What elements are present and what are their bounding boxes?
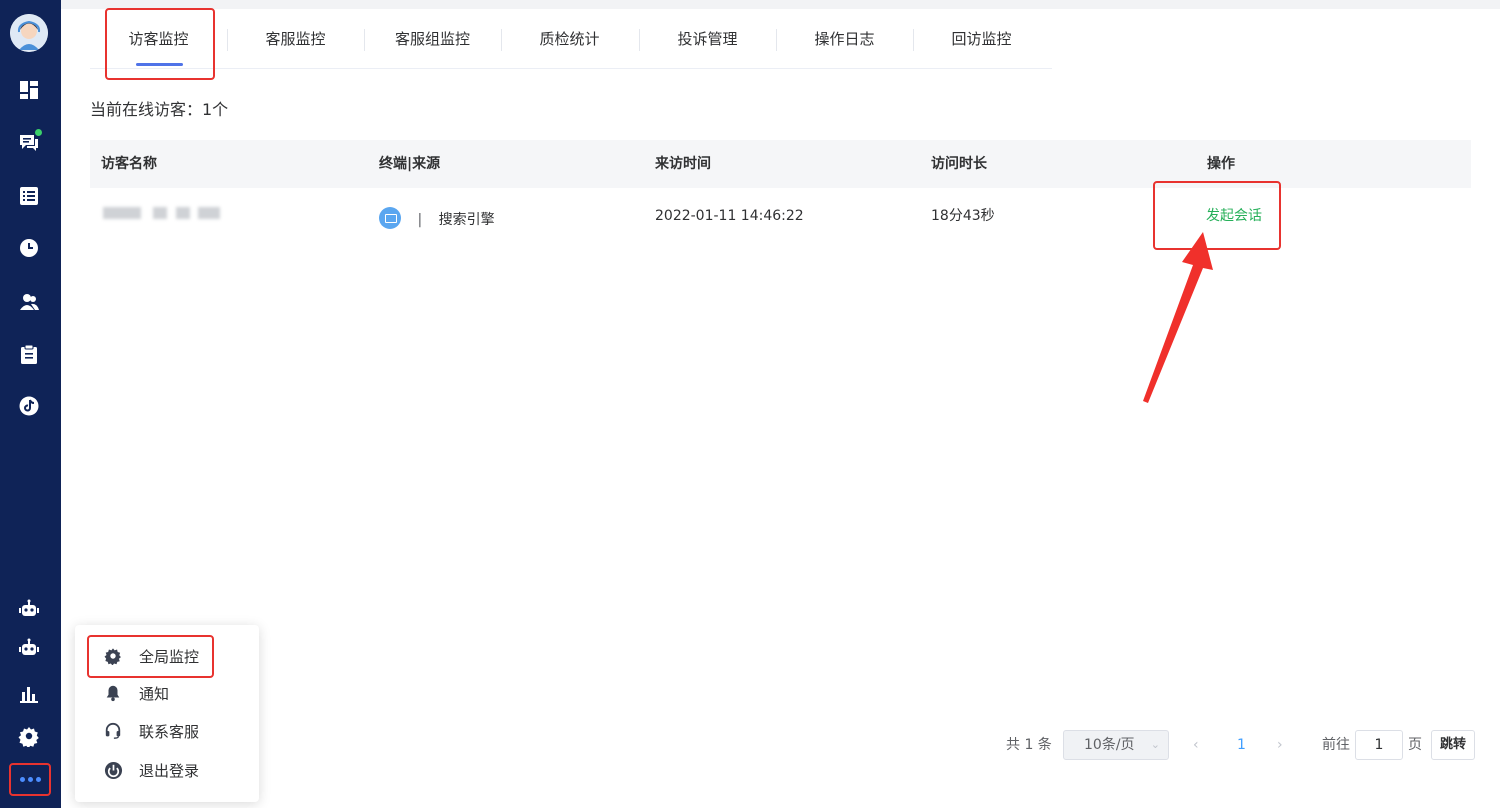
online-dot	[35, 129, 42, 136]
tab-agent-monitor[interactable]: 客服监控	[227, 9, 364, 68]
menu-item-label: 退出登录	[139, 761, 200, 780]
tab-agent-group-monitor[interactable]: 客服组监控	[364, 9, 501, 68]
tab-complaint-management[interactable]: 投诉管理	[639, 9, 776, 68]
robot-alt-icon[interactable]	[15, 634, 43, 662]
header-visit-time: 来访时间	[655, 156, 711, 172]
tab-operation-log[interactable]: 操作日志	[776, 9, 913, 68]
monitor-tabs: 访客监控 客服监控 客服组监控 质检统计 投诉管理 操作日志 回访监控	[90, 9, 1052, 69]
tab-quality-stats[interactable]: 质检统计	[501, 9, 638, 68]
highlight-box-action	[1153, 181, 1281, 250]
menu-item-label: 联系客服	[139, 722, 200, 741]
terminal-source-cell: | 搜索引擎	[379, 192, 495, 248]
header-terminal-source: 终端|来源	[379, 156, 441, 172]
online-visitor-count: 当前在线访客：1个	[90, 100, 229, 119]
page-size-select[interactable]: 10条/页 ⌄	[1063, 730, 1169, 760]
goto-label: 前往	[1322, 737, 1350, 753]
source-separator: |	[417, 212, 423, 228]
page-number-current[interactable]: 1	[1237, 730, 1246, 760]
chevron-down-icon: ⌄	[1150, 738, 1160, 751]
headset-icon	[103, 721, 123, 741]
tiktok-icon[interactable]	[15, 392, 43, 420]
list-icon[interactable]	[15, 182, 43, 210]
menu-item-notifications[interactable]: 通知	[103, 678, 169, 708]
source-label: 搜索引擎	[438, 212, 495, 228]
desktop-device-icon	[379, 207, 401, 229]
bell-icon	[103, 683, 123, 703]
user-avatar[interactable]	[10, 14, 48, 52]
prev-page-button[interactable]: ‹	[1193, 730, 1199, 760]
header-duration: 访问时长	[931, 156, 987, 172]
robot-icon[interactable]	[15, 595, 43, 623]
menu-item-contact-support[interactable]: 联系客服	[103, 716, 199, 746]
pagination-total: 共 1 条	[1006, 737, 1052, 753]
tab-callback-monitor[interactable]: 回访监控	[913, 9, 1050, 68]
chat-icon[interactable]	[15, 128, 43, 156]
visitor-name-redacted	[103, 188, 233, 244]
jump-button[interactable]: 跳转	[1431, 730, 1475, 760]
next-page-button[interactable]: ›	[1277, 730, 1283, 760]
menu-item-logout[interactable]: 退出登录	[103, 755, 199, 785]
dashboard-icon[interactable]	[15, 76, 43, 104]
page-size-value: 10条/页	[1084, 737, 1135, 753]
bar-chart-icon[interactable]	[15, 680, 43, 708]
header-visitor-name: 访客名称	[101, 156, 157, 172]
settings-icon[interactable]	[15, 722, 43, 750]
highlight-box-tab	[105, 8, 215, 80]
more-dot-icon	[27, 777, 33, 782]
clipboard-icon[interactable]	[15, 340, 43, 368]
users-icon[interactable]	[15, 288, 43, 316]
more-menu-button[interactable]	[9, 763, 51, 796]
clock-icon[interactable]	[15, 234, 43, 262]
more-dot-icon	[19, 777, 25, 782]
top-strip	[61, 0, 1500, 9]
menu-item-label: 通知	[139, 684, 170, 703]
goto-page-input[interactable]: 1	[1355, 730, 1403, 760]
power-icon	[103, 760, 123, 780]
sidebar	[0, 0, 61, 808]
visit-time-cell: 2022-01-11 14:46:22	[655, 208, 804, 224]
more-dot-icon	[35, 777, 41, 782]
highlight-box-menu	[87, 635, 214, 678]
page-unit-label: 页	[1408, 737, 1422, 753]
duration-cell: 18分43秒	[931, 208, 995, 224]
